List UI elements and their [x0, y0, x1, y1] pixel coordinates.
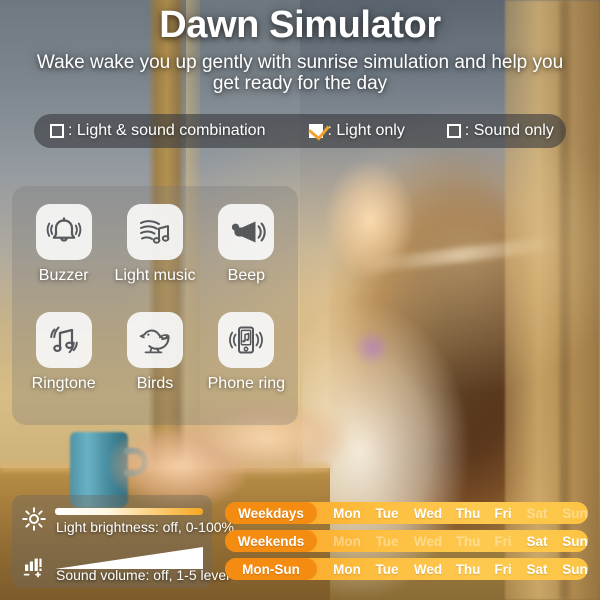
- checkbox-checked-icon[interactable]: [309, 124, 324, 138]
- music-note-ring-icon: [49, 326, 78, 353]
- sound-options-panel: Buzzer Light music Beep Ringtone Birds P…: [12, 186, 298, 425]
- sun-icon: [22, 507, 46, 531]
- mode-option-light-sound-combination[interactable]: : Light & sound combination: [50, 122, 265, 140]
- hero-block: Dawn Simulator Wake wake you up gently w…: [0, 0, 600, 94]
- brightness-slider-track[interactable]: [55, 508, 203, 515]
- sound-option-phone-ring[interactable]: Phone ring: [201, 311, 292, 420]
- mode-option-label: : Light & sound combination: [68, 122, 266, 139]
- bird-icon: [139, 329, 170, 353]
- schedule-row-mon-sun[interactable]: Mon-Sun Mon Tue Wed Thu Fri Sat Sun: [225, 558, 588, 580]
- sound-option-label: Birds: [136, 374, 174, 392]
- volume-icon-wrap: [21, 552, 47, 578]
- checkbox-unchecked-icon[interactable]: [446, 124, 461, 138]
- sound-option-label: Phone ring: [207, 374, 286, 392]
- schedule-row-weekends[interactable]: Weekends Mon Tue Wed Thu Fri Sat Sun: [225, 530, 588, 552]
- mode-option-sound-only[interactable]: : Sound only: [446, 122, 554, 140]
- schedule-day-wed[interactable]: Wed: [407, 506, 449, 521]
- schedule-day-thu[interactable]: Thu: [449, 506, 487, 521]
- schedule-row-label: Weekends: [225, 530, 317, 552]
- sound-option-label: Beep: [227, 267, 266, 284]
- volume-slider-row[interactable]: Sound volume: off, 1-5 level: [12, 543, 229, 589]
- schedule-day-fri[interactable]: Fri: [487, 534, 519, 549]
- volume-slider-label: Sound volume: off, 1-5 level: [56, 567, 230, 583]
- schedule-day-thu[interactable]: Thu: [449, 562, 487, 577]
- brightness-slider-row[interactable]: Light brightness: off, 0-100%: [12, 497, 234, 543]
- schedule-day-fri[interactable]: Fri: [487, 506, 519, 521]
- music-waves-icon: [139, 220, 170, 244]
- sound-option-label: Light music: [114, 267, 196, 284]
- sound-option-ringtone[interactable]: Ringtone: [18, 311, 109, 420]
- mode-option-label: : Light only: [327, 122, 405, 139]
- schedule-day-list: Mon Tue Wed Thu Fri Sat Sun: [317, 562, 595, 577]
- schedule-day-sun[interactable]: Sun: [555, 562, 595, 577]
- sound-tile[interactable]: [35, 311, 92, 368]
- schedule-row-label: Weekdays: [225, 502, 317, 524]
- sound-tile[interactable]: [126, 204, 183, 260]
- sound-option-label: Ringtone: [31, 374, 96, 392]
- sound-options-grid: Buzzer Light music Beep Ringtone Birds P…: [12, 186, 298, 425]
- schedule-day-sat[interactable]: Sat: [519, 506, 555, 521]
- sound-tile[interactable]: [126, 311, 183, 368]
- schedule-day-sat[interactable]: Sat: [519, 562, 555, 577]
- mode-option-label: : Sound only: [464, 122, 554, 139]
- volume-bars-icon: [23, 558, 42, 578]
- checkbox-unchecked-icon[interactable]: [50, 124, 64, 138]
- page-subtitle: Wake wake you up gently with sunrise sim…: [36, 51, 564, 95]
- sound-option-light-music[interactable]: Light music: [109, 204, 200, 312]
- sound-option-buzzer[interactable]: Buzzer: [18, 204, 109, 312]
- schedule-day-tue[interactable]: Tue: [367, 534, 407, 549]
- sliders-panel: Light brightness: off, 0-100% Sound volu…: [12, 495, 234, 589]
- schedule-row-weekdays[interactable]: Weekdays Mon Tue Wed Thu Fri Sat Sun: [225, 502, 588, 524]
- app-screenshot: Dawn Simulator Wake wake you up gently w…: [0, 0, 600, 600]
- sound-option-birds[interactable]: Birds: [109, 311, 200, 420]
- schedule-day-wed[interactable]: Wed: [407, 534, 449, 549]
- sound-tile[interactable]: [35, 204, 92, 260]
- phone-ring-icon: [229, 326, 264, 353]
- schedule-day-list: Mon Tue Wed Thu Fri Sat Sun: [317, 506, 595, 521]
- volume-slider-track[interactable]: [55, 547, 203, 569]
- sound-tile[interactable]: [218, 311, 275, 368]
- page-title: Dawn Simulator: [159, 4, 441, 46]
- schedule-day-fri[interactable]: Fri: [487, 562, 519, 577]
- schedule-day-mon[interactable]: Mon: [327, 506, 367, 521]
- schedule-day-mon[interactable]: Mon: [327, 562, 367, 577]
- mode-selector-bar: : Light & sound combination : Light only…: [34, 114, 566, 148]
- schedule-day-wed[interactable]: Wed: [407, 562, 449, 577]
- horn-icon: [232, 221, 266, 243]
- bell-icon: [46, 217, 81, 242]
- brightness-slider-label: Light brightness: off, 0-100%: [56, 519, 234, 535]
- schedule-day-sun[interactable]: Sun: [555, 534, 595, 549]
- sun-icon-wrap: [21, 506, 47, 532]
- sound-tile[interactable]: [218, 204, 275, 260]
- schedule-day-thu[interactable]: Thu: [449, 534, 487, 549]
- schedule-day-sun[interactable]: Sun: [555, 506, 595, 521]
- schedule-day-list: Mon Tue Wed Thu Fri Sat Sun: [317, 534, 595, 549]
- schedule-row-label: Mon-Sun: [225, 558, 317, 580]
- schedule-table: Weekdays Mon Tue Wed Thu Fri Sat Sun Wee…: [225, 502, 588, 586]
- schedule-day-tue[interactable]: Tue: [367, 506, 407, 521]
- sound-option-label: Buzzer: [38, 267, 89, 284]
- schedule-day-mon[interactable]: Mon: [327, 534, 367, 549]
- schedule-day-sat[interactable]: Sat: [519, 534, 555, 549]
- sound-option-beep[interactable]: Beep: [201, 204, 292, 312]
- lens-flare-spot: [352, 330, 392, 366]
- mode-option-light-only[interactable]: : Light only: [309, 122, 405, 140]
- schedule-day-tue[interactable]: Tue: [367, 562, 407, 577]
